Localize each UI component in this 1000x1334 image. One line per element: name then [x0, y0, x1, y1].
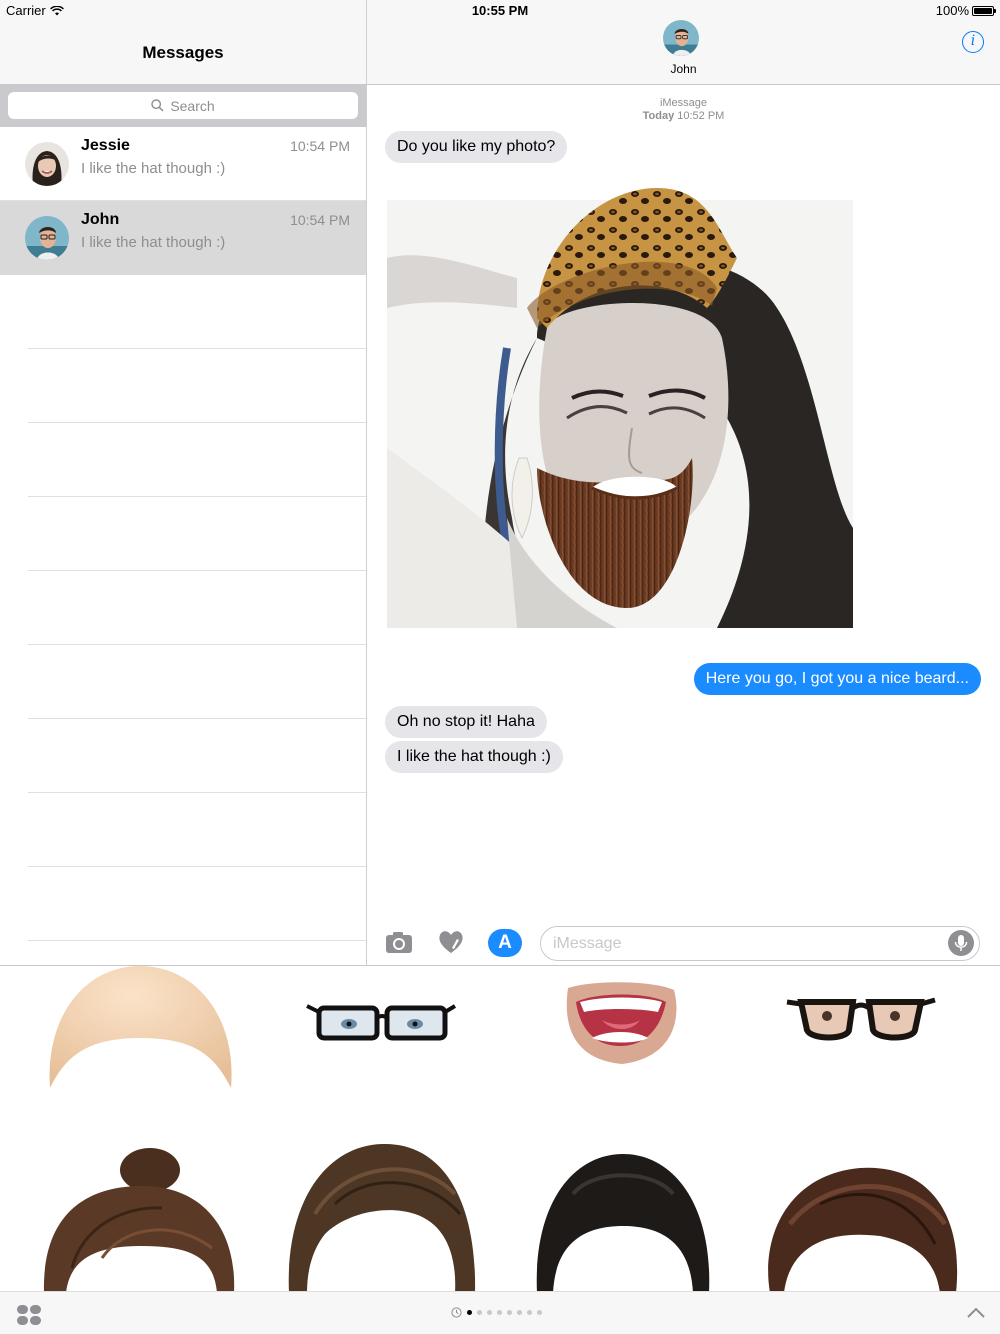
message-bubble-incoming[interactable]: I like the hat though :) — [385, 741, 563, 773]
empty-row — [28, 423, 366, 497]
page-dot[interactable] — [487, 1310, 492, 1315]
sticker-bald-cap[interactable] — [45, 966, 235, 1094]
camera-icon[interactable] — [385, 930, 413, 954]
conversation-list-pane: Messages Search Jessie I like the hat th… — [0, 0, 367, 965]
chevron-up-icon[interactable] — [966, 1304, 986, 1320]
page-dot[interactable] — [477, 1310, 482, 1315]
conversation-item-jessie[interactable]: Jessie I like the hat though :) 10:54 PM — [0, 127, 366, 201]
battery-indicator: 100% — [935, 3, 996, 18]
conversation-preview: I like the hat though :) — [81, 160, 226, 177]
empty-row — [28, 275, 366, 349]
app-store-icon: A — [498, 932, 512, 953]
sticker-buzz-cut-hair[interactable] — [533, 1154, 713, 1293]
digital-touch-icon[interactable] — [437, 928, 465, 956]
microphone-icon[interactable] — [948, 930, 974, 956]
empty-row — [28, 497, 366, 571]
empty-row — [28, 867, 366, 941]
conversation-time: 10:54 PM — [290, 212, 350, 228]
app-drawer-bar — [0, 1291, 1000, 1334]
message-bubble-outgoing[interactable]: Here you go, I got you a nice beard... — [693, 663, 981, 695]
message-photo[interactable] — [387, 188, 853, 628]
empty-row — [28, 349, 366, 423]
page-dot[interactable] — [507, 1310, 512, 1315]
avatar — [25, 216, 69, 260]
timestamp-line: Today 10:52 PM — [367, 110, 1000, 123]
search-icon — [151, 99, 164, 112]
sticker-horn-rim-glasses[interactable] — [785, 996, 937, 1044]
battery-percent: 100% — [935, 3, 969, 18]
sticker-swept-hair[interactable] — [285, 1144, 480, 1293]
page-dot[interactable] — [527, 1310, 532, 1315]
timestamp-time: 10:52 PM — [677, 110, 725, 122]
message-bubble-incoming[interactable]: Do you like my photo? — [385, 131, 568, 163]
message-timestamp: iMessage Today 10:52 PM — [367, 97, 1000, 123]
app-store-button[interactable]: A — [488, 929, 522, 957]
sticker-wavy-brown-hair[interactable] — [760, 1164, 960, 1293]
page-indicator[interactable] — [451, 1307, 542, 1318]
empty-row — [28, 571, 366, 645]
search-input[interactable]: Search — [8, 92, 358, 119]
battery-icon — [972, 5, 996, 16]
sticker-drawer — [0, 965, 1000, 1334]
avatar — [25, 142, 69, 186]
service-label: iMessage — [659, 97, 708, 109]
sticker-hair-bun[interactable] — [42, 1148, 237, 1293]
messages-app: Carrier 10:55 PM 100% Messages Search Je… — [0, 0, 1000, 1334]
search-placeholder: Search — [170, 97, 215, 114]
status-bar: Carrier 10:55 PM 100% — [0, 0, 1000, 20]
page-dot[interactable] — [517, 1310, 522, 1315]
empty-row — [28, 719, 366, 793]
contact-name[interactable]: John — [367, 62, 1000, 76]
message-bubble-incoming[interactable]: Oh no stop it! Haha — [385, 706, 547, 738]
conversation-preview: I like the hat though :) — [81, 234, 226, 251]
conversation-pane: John i iMessage Today 10:52 PM Do you li… — [367, 0, 1000, 965]
conversation-name: Jessie — [81, 137, 130, 154]
timestamp-day: Today — [642, 110, 675, 122]
conversation-time: 10:54 PM — [290, 138, 350, 154]
empty-row — [28, 645, 366, 719]
page-title: Messages — [142, 43, 224, 62]
page-dot[interactable] — [537, 1310, 542, 1315]
recents-clock-icon[interactable] — [451, 1307, 462, 1318]
compose-bar: A iMessage — [367, 925, 1000, 965]
info-icon[interactable]: i — [962, 31, 984, 53]
page-dot[interactable] — [467, 1310, 472, 1315]
search-bar: Search — [0, 85, 366, 127]
message-input-placeholder: iMessage — [553, 935, 622, 952]
conversation-item-john[interactable]: John I like the hat though :) 10:54 PM — [0, 201, 366, 275]
conversation-name: John — [81, 211, 120, 228]
page-dot[interactable] — [497, 1310, 502, 1315]
sticker-rectangular-glasses[interactable] — [305, 1002, 457, 1044]
status-time: 10:55 PM — [471, 3, 529, 18]
empty-row — [28, 793, 366, 867]
contact-avatar[interactable] — [663, 20, 699, 56]
sticker-smiling-mouth[interactable] — [562, 980, 680, 1066]
message-input[interactable]: iMessage — [540, 926, 980, 961]
app-grid-icon[interactable] — [16, 1304, 42, 1326]
